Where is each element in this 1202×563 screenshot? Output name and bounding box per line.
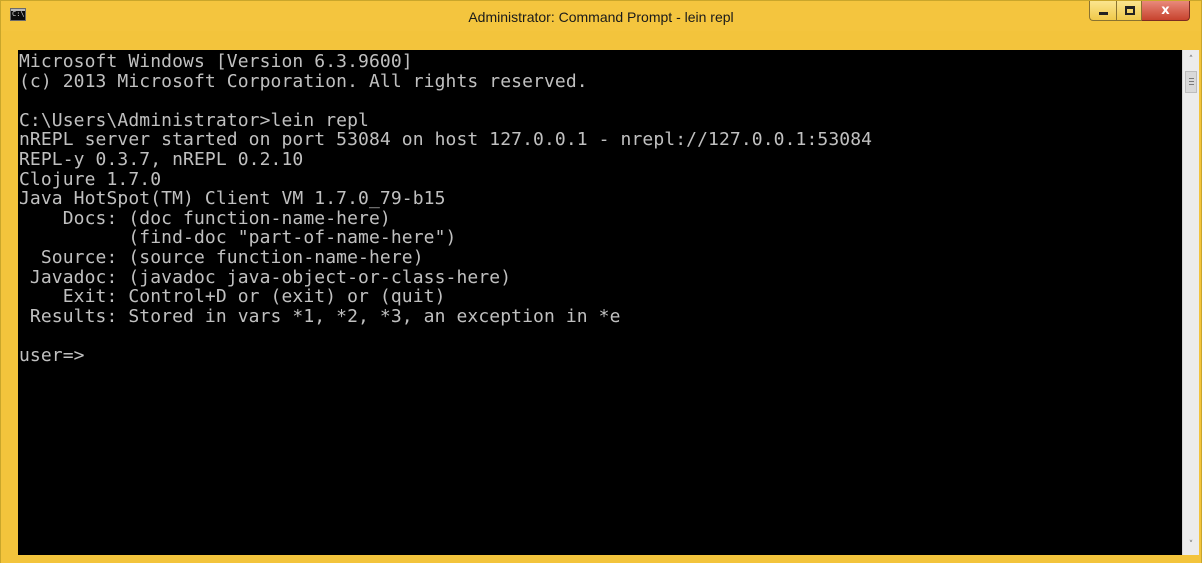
console-line: Microsoft Windows [Version 6.3.9600] <box>19 51 413 72</box>
console-line: C:\Users\Administrator>lein repl <box>19 109 369 131</box>
console-line: Docs: (doc function-name-here) <box>19 207 391 229</box>
close-icon: x <box>1161 3 1170 18</box>
console-line: user=> <box>19 344 85 366</box>
maximize-icon <box>1125 6 1135 15</box>
console-text[interactable]: Microsoft Windows [Version 6.3.9600] (c)… <box>18 50 1182 366</box>
window-frame-bottom <box>1 555 1201 563</box>
console-line: REPL-y 0.3.7, nREPL 0.2.10 <box>19 148 304 170</box>
maximize-button[interactable] <box>1116 1 1142 21</box>
close-button[interactable]: x <box>1142 1 1190 21</box>
console-line: (find-doc "part-of-name-here") <box>19 227 457 249</box>
window-title: Administrator: Command Prompt - lein rep… <box>468 9 734 25</box>
minimize-icon <box>1099 12 1108 15</box>
scrollbar-thumb[interactable] <box>1185 71 1197 93</box>
console-line: Clojure 1.7.0 <box>19 168 162 190</box>
console-line: Source: (source function-name-here) <box>19 246 424 268</box>
title-bar[interactable]: C:\ Administrator: Command Prompt - lein… <box>1 1 1201 31</box>
console-line: (c) 2013 Microsoft Corporation. All righ… <box>19 70 588 92</box>
console-line: Exit: Control+D or (exit) or (quit) <box>19 286 446 308</box>
window-frame-top <box>18 31 1182 50</box>
grip-icon <box>1189 78 1194 85</box>
console-line: Javadoc: (javadoc java-object-or-class-h… <box>19 266 512 288</box>
console-line: Java HotSpot(TM) Client VM 1.7.0_79-b15 <box>19 188 446 210</box>
vertical-scrollbar[interactable]: ˄ ˅ <box>1182 50 1199 555</box>
chevron-down-icon[interactable]: ˅ <box>1183 537 1199 553</box>
command-prompt-window: C:\ Administrator: Command Prompt - lein… <box>0 0 1202 563</box>
console-output[interactable]: Microsoft Windows [Version 6.3.9600] (c)… <box>18 50 1182 555</box>
console-line: Results: Stored in vars *1, *2, *3, an e… <box>19 305 621 327</box>
console-line: nREPL server started on port 53084 on ho… <box>19 129 873 151</box>
minimize-button[interactable] <box>1089 1 1116 21</box>
chevron-up-icon[interactable]: ˄ <box>1183 52 1199 68</box>
